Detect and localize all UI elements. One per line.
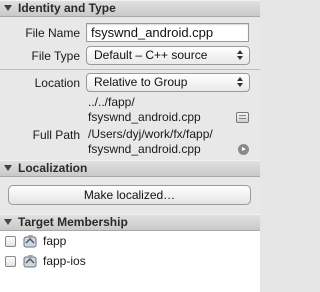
relative-path-line2: fsyswnd_android.cpp: [88, 110, 201, 124]
popup-arrows-icon: [237, 76, 244, 88]
membership-section-title: Target Membership: [18, 215, 128, 229]
file-type-popup[interactable]: Default – C++ source: [86, 46, 250, 65]
file-name-field[interactable]: fsyswnd_android.cpp: [86, 23, 249, 42]
target-name: fapp-ios: [43, 254, 86, 268]
target-name: fapp: [43, 234, 67, 248]
disclosure-triangle-icon[interactable]: [4, 219, 12, 225]
localization-section-header[interactable]: Localization: [0, 160, 260, 177]
file-name-label: File Name: [25, 26, 80, 40]
location-value: Relative to Group: [94, 75, 188, 89]
reveal-in-finder-icon[interactable]: [238, 144, 249, 155]
disclosure-triangle-icon[interactable]: [4, 5, 12, 11]
identity-section-title: Identity and Type: [18, 1, 116, 15]
localization-section-body: Make localized…: [0, 177, 260, 214]
file-type-label: File Type: [31, 49, 80, 63]
membership-section-header[interactable]: Target Membership: [0, 214, 260, 231]
popup-arrows-icon: [237, 49, 244, 61]
app-target-icon: [23, 255, 37, 268]
relative-path-line1: ../../fapp/: [88, 95, 135, 109]
target-row-fapp[interactable]: fapp: [0, 232, 260, 252]
make-localized-button[interactable]: Make localized…: [8, 185, 251, 205]
divider: [0, 69, 260, 70]
full-path-line1: /Users/dyj/work/fx/fapp/: [88, 127, 213, 141]
app-target-icon: [23, 235, 37, 248]
full-path-line2: fsyswnd_android.cpp: [88, 142, 201, 156]
localization-section-title: Localization: [18, 161, 88, 175]
location-label: Location: [34, 76, 80, 90]
disclosure-triangle-icon[interactable]: [4, 165, 12, 171]
choose-folder-icon[interactable]: [236, 112, 249, 123]
location-popup[interactable]: Relative to Group: [86, 73, 250, 92]
membership-list: fapp fapp-ios: [0, 231, 260, 292]
target-checkbox[interactable]: [5, 256, 16, 267]
target-checkbox[interactable]: [5, 236, 16, 247]
identity-section-body: File Name fsyswnd_android.cpp File Type …: [0, 17, 260, 160]
file-type-value: Default – C++ source: [94, 48, 208, 62]
target-row-fapp-ios[interactable]: fapp-ios: [0, 252, 260, 272]
full-path-label: Full Path: [32, 128, 80, 142]
identity-section-header[interactable]: Identity and Type: [0, 0, 260, 17]
